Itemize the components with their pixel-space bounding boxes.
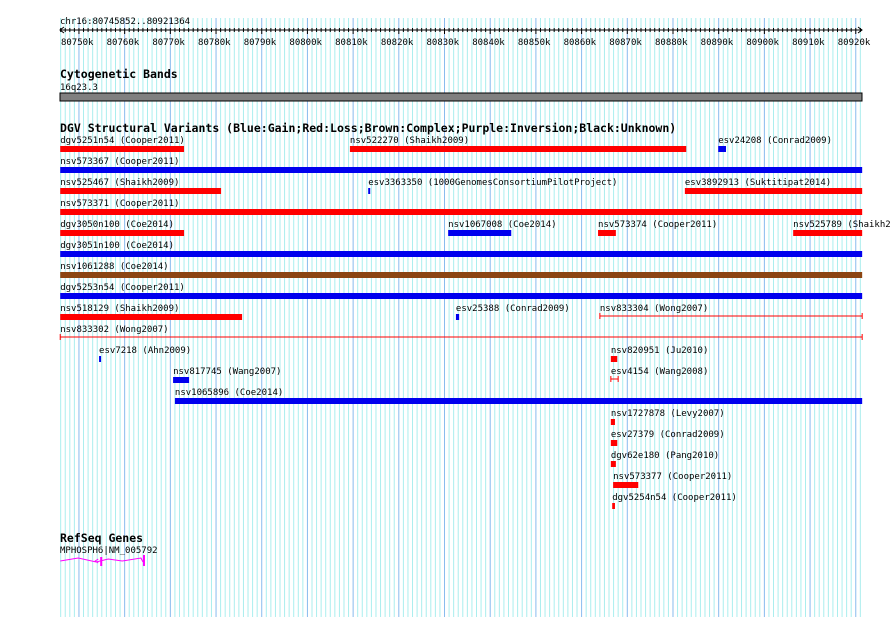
strand-arrow-icon (94, 558, 99, 564)
variant-bar (455, 314, 460, 320)
variant-bar (610, 419, 615, 425)
variant-bar (368, 188, 371, 194)
variant-bar (610, 461, 616, 467)
cytoband-track-title: Cytogenetic Bands (60, 67, 178, 81)
variant-label: nsv833304 (Wong2007) (600, 304, 708, 314)
variant-bar (60, 209, 863, 215)
variant-bar (60, 146, 185, 152)
variant-bar (174, 398, 863, 404)
variant-label: nsv1727878 (Levy2007) (611, 409, 725, 419)
variant-bar (598, 230, 616, 236)
ruler-tick-label: 80770k (152, 38, 185, 48)
variant-label: esv4154 (Wang2008) (611, 367, 709, 377)
variant-bar (60, 251, 863, 257)
variant-label: nsv573371 (Cooper2011) (60, 199, 179, 209)
variant-bar (610, 356, 618, 362)
ruler-tick-label: 80820k (381, 38, 414, 48)
track-image: chr16:80745852..80921364 80750k 80760k 8077… (59, 17, 890, 617)
variant-label: dgv5251n54 (Cooper2011) (60, 136, 185, 146)
variant-label: nsv817745 (Wang2007) (173, 367, 281, 377)
variant-bar (793, 230, 863, 236)
variant-label: dgv3050n100 (Coe2014) (60, 220, 174, 230)
variant-label: esv27379 (Conrad2009) (611, 430, 725, 440)
cytoband-label: 16q23.3 (60, 83, 98, 93)
ruler-tick-label: 80860k (564, 38, 597, 48)
gene-exon (142, 555, 145, 566)
ruler-tick-label: 80830k (427, 38, 460, 48)
ruler-tick-label: 80810k (335, 38, 368, 48)
variant-bar (99, 356, 102, 362)
variant-bar (173, 377, 190, 383)
variant-label: nsv525467 (Shaikh2009) (60, 178, 179, 188)
variant-bar (448, 230, 512, 236)
variant-label: nsv573374 (Cooper2011) (598, 220, 717, 230)
variant-bar (612, 503, 615, 509)
variant-bar (684, 188, 863, 194)
variant-label: nsv573367 (Cooper2011) (60, 157, 179, 167)
variant-bar (613, 482, 639, 488)
ruler-tick-label: 80750k (61, 38, 94, 48)
cytoband-bar (59, 92, 863, 102)
ruler-tick-label: 80910k (792, 38, 825, 48)
ruler-tick-label: 80900k (746, 38, 779, 48)
variant-bar (60, 293, 863, 299)
variant-label: nsv1065896 (Coe2014) (175, 388, 283, 398)
variant-label: dgv3051n100 (Coe2014) (60, 241, 174, 251)
variant-label: nsv833302 (Wong2007) (60, 325, 168, 335)
variant-label: esv25388 (Conrad2009) (456, 304, 570, 314)
variant-label: nsv1061288 (Coe2014) (60, 262, 168, 272)
variant-bar (610, 440, 618, 446)
variant-label: nsv1067008 (Coe2014) (448, 220, 556, 230)
ruler-tick-label: 80920k (838, 38, 871, 48)
ruler-tick-label: 80850k (518, 38, 551, 48)
variant-label: dgv62e180 (Pang2010) (611, 451, 719, 461)
ruler-tick-label: 80800k (289, 38, 322, 48)
ruler-tick-label: 80760k (107, 38, 140, 48)
gene-label: MPHOSPH6|NM_005792 (60, 546, 158, 556)
variant-bar (349, 146, 687, 152)
variant-label: esv24208 (Conrad2009) (718, 136, 832, 146)
gene-exon (100, 557, 103, 566)
ruler-tick-label: 80780k (198, 38, 231, 48)
variant-label: nsv518129 (Shaikh2009) (60, 304, 179, 314)
variant-label: esv7218 (Ahn2009) (99, 346, 191, 356)
variant-bar (718, 146, 726, 152)
variant-bar (60, 272, 863, 278)
variant-label: esv3892913 (Suktitipat2014) (685, 178, 831, 188)
ruler-tick-label: 80870k (609, 38, 642, 48)
dgv-track-title: DGV Structural Variants (Blue:Gain;Red:L… (60, 121, 676, 135)
ruler-tick-label: 80890k (701, 38, 734, 48)
variant-bar (60, 230, 185, 236)
variant-bar (60, 314, 243, 320)
genome-browser-panel: chr16:80745852..80921364 80750k 80760k 8077… (0, 0, 890, 617)
variant-label: nsv820951 (Ju2010) (611, 346, 709, 356)
ruler-tick-label: 80790k (244, 38, 277, 48)
variant-label: esv3363350 (1000GenomesConsortiumPilotPr… (368, 178, 617, 188)
ruler-tick-label: 80880k (655, 38, 688, 48)
variant-bar (60, 188, 222, 194)
variant-label: dgv5254n54 (Cooper2011) (612, 493, 737, 503)
region-label: chr16:80745852..80921364 (60, 17, 190, 27)
variant-label: dgv5253n54 (Cooper2011) (60, 283, 185, 293)
refseq-track-title: RefSeq Genes (60, 531, 143, 545)
variant-label: nsv525789 (Shaikh2009) (793, 220, 890, 230)
variant-label: nsv522270 (Shaikh2009) (350, 136, 469, 146)
ruler-tick-label: 80840k (472, 38, 505, 48)
variant-bar (60, 167, 863, 173)
variant-label: nsv573377 (Cooper2011) (613, 472, 732, 482)
